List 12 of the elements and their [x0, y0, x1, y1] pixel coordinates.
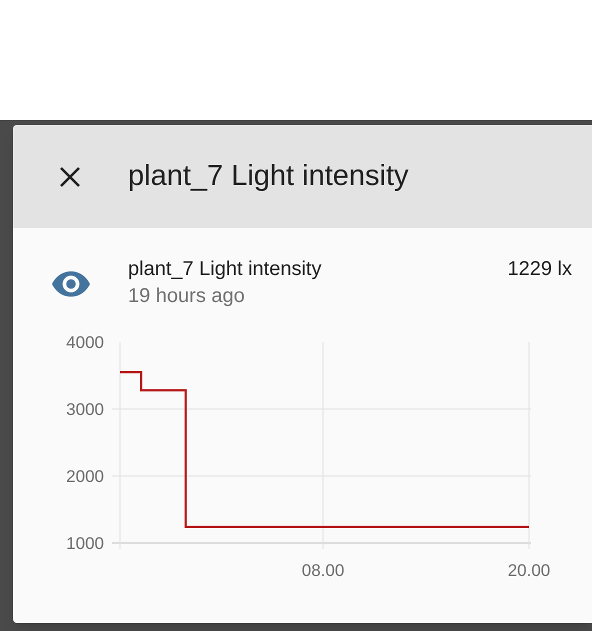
entity-name: plant_7 Light intensity	[128, 257, 322, 282]
y-tick-label: 4000	[66, 333, 104, 352]
y-tick-label: 2000	[66, 467, 104, 486]
last-changed: 19 hours ago	[128, 284, 246, 309]
dialog-title: plant_7 Light intensity	[128, 158, 409, 194]
y-tick-label: 1000	[66, 534, 104, 553]
entity-state: 1229 lx	[508, 257, 572, 282]
close-icon	[58, 164, 82, 188]
x-tick-label: 20.00	[508, 561, 550, 580]
x-tick-label: 08.00	[302, 561, 344, 580]
y-tick-label: 3000	[66, 400, 104, 419]
eye-icon	[52, 271, 90, 297]
